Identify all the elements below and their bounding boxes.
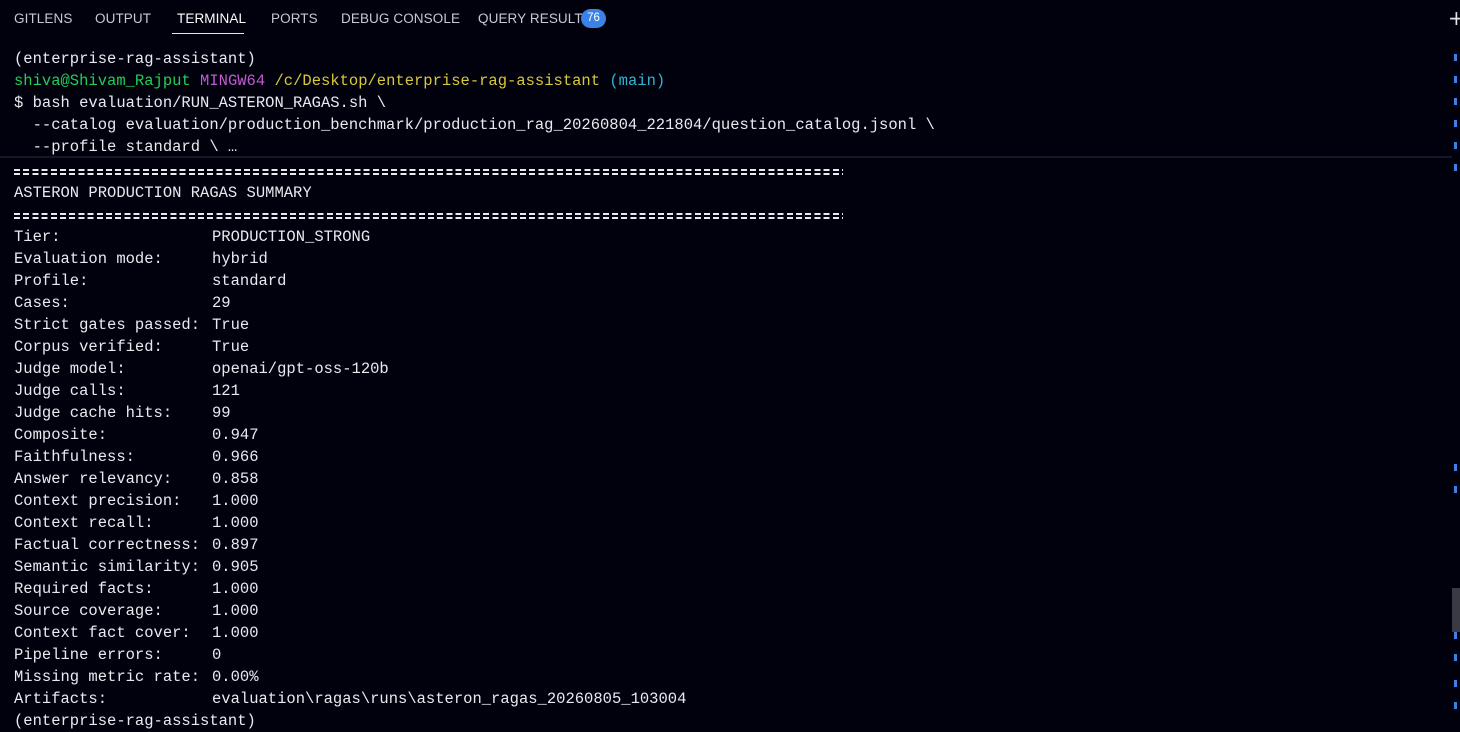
prompt-shell: MINGW64	[200, 72, 266, 90]
summary-row-value: True	[212, 338, 250, 356]
scroll-marker	[1454, 702, 1457, 709]
scroll-marker	[1454, 54, 1457, 61]
summary-row-value: True	[212, 316, 250, 334]
summary-row-value: 1.000	[212, 602, 259, 620]
active-tab-indicator	[172, 33, 244, 34]
summary-row-value: 0.905	[212, 558, 259, 576]
summary-row-key: Context recall:	[14, 514, 154, 532]
summary-row-key: Profile:	[14, 272, 89, 290]
summary-row-key: Pipeline errors:	[14, 646, 163, 664]
summary-row-value: 99	[212, 404, 231, 422]
summary-row-key: Missing metric rate:	[14, 668, 201, 686]
summary-row-value: 0.947	[212, 426, 259, 444]
scroll-marker	[1454, 486, 1457, 493]
summary-row-value: 0.897	[212, 536, 259, 554]
tab-ports[interactable]: PORTS	[271, 11, 318, 26]
summary-row-key: Judge calls:	[14, 382, 126, 400]
prompt-branch: (main)	[609, 72, 666, 90]
summary-row-key: Context fact cover:	[14, 624, 191, 642]
summary-row-key: Semantic similarity:	[14, 558, 201, 576]
summary-row-key: Factual correctness:	[14, 536, 201, 554]
summary-row-key: Corpus verified:	[14, 338, 163, 356]
command-line: $ bash evaluation/RUN_ASTERON_RAGAS.sh \	[14, 94, 387, 112]
scroll-marker	[1454, 98, 1457, 105]
command-separator	[0, 156, 1452, 158]
summary-row-value: 0.858	[212, 470, 259, 488]
scroll-marker	[1454, 142, 1457, 149]
summary-row-key: Required facts:	[14, 580, 154, 598]
scroll-marker	[1454, 680, 1457, 687]
env-label: (enterprise-rag-assistant)	[14, 712, 256, 730]
summary-row-key: Judge model:	[14, 360, 126, 378]
summary-rule-top	[14, 169, 843, 175]
shell-prompt: shiva@Shivam_Rajput MINGW64 /c/Desktop/e…	[14, 70, 665, 92]
summary-row-key: Tier:	[14, 228, 61, 246]
tab-debug-console[interactable]: DEBUG CONSOLE	[341, 11, 460, 26]
summary-row-key: Context precision:	[14, 492, 182, 510]
summary-row-key: Cases:	[14, 294, 70, 312]
summary-row-value: 121	[212, 382, 240, 400]
summary-row-value: 1.000	[212, 514, 259, 532]
summary-row-value: 1.000	[212, 492, 259, 510]
summary-rule-bottom	[14, 213, 843, 219]
scrollbar-thumb[interactable]	[1452, 588, 1460, 632]
summary-title: ASTERON PRODUCTION RAGAS SUMMARY	[14, 184, 312, 202]
scroll-marker	[1454, 164, 1457, 171]
summary-row-key: Answer relevancy:	[14, 470, 173, 488]
tab-output[interactable]: OUTPUT	[95, 11, 151, 26]
scroll-marker	[1454, 464, 1457, 471]
tab-terminal[interactable]: TERMINAL	[177, 11, 246, 26]
summary-row-value: 0.966	[212, 448, 259, 466]
summary-row-value: 0	[212, 646, 222, 664]
summary-row-value: evaluation\ragas\runs\asteron_ragas_2026…	[212, 690, 687, 708]
summary-row-value: openai/gpt-oss-120b	[212, 360, 389, 378]
terminal-output[interactable]: (enterprise-rag-assistant) shiva@Shivam_…	[0, 38, 1452, 732]
summary-row-value: 1.000	[212, 624, 259, 642]
panel-tab-bar: GITLENS OUTPUT TERMINAL PORTS DEBUG CONS…	[0, 0, 1460, 38]
prompt-path: /c/Desktop/enterprise-rag-assistant	[274, 72, 601, 90]
summary-row-key: Strict gates passed:	[14, 316, 201, 334]
prompt-user-host: shiva@Shivam_Rajput	[14, 72, 191, 90]
scroll-marker	[1454, 632, 1457, 639]
summary-row-key: Source coverage:	[14, 602, 163, 620]
query-results-badge: 76	[581, 9, 606, 28]
summary-row-value: hybrid	[212, 250, 268, 268]
summary-row-value: PRODUCTION_STRONG	[212, 228, 371, 246]
scroll-marker	[1454, 76, 1457, 83]
tab-gitlens[interactable]: GITLENS	[14, 11, 72, 26]
summary-row-key: Faithfulness:	[14, 448, 135, 466]
summary-row-value: 0.00%	[212, 668, 259, 686]
summary-row-key: Evaluation mode:	[14, 250, 163, 268]
summary-row-key: Artifacts:	[14, 690, 108, 708]
scroll-marker	[1454, 120, 1457, 127]
summary-row-value: standard	[212, 272, 287, 290]
env-label: (enterprise-rag-assistant)	[14, 50, 256, 68]
command-line: --catalog evaluation/production_benchmar…	[14, 116, 935, 134]
command-line: --profile standard \ …	[14, 138, 238, 156]
tab-query-results[interactable]: QUERY RESULTS	[478, 11, 592, 26]
summary-row-value: 29	[212, 294, 231, 312]
plus-icon[interactable]: +	[1448, 8, 1460, 28]
summary-row-value: 1.000	[212, 580, 259, 598]
summary-row-key: Judge cache hits:	[14, 404, 173, 422]
scroll-marker	[1454, 654, 1457, 661]
summary-row-key: Composite:	[14, 426, 108, 444]
